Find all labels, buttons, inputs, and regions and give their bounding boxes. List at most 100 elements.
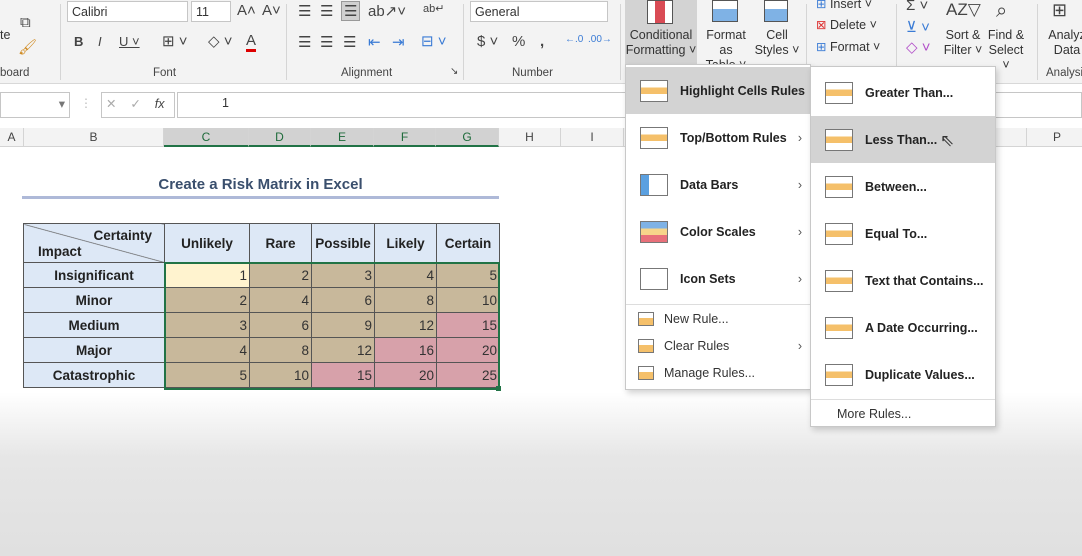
menu-manage-rules[interactable]: Manage Rules...	[626, 359, 810, 386]
column-header-g[interactable]: G	[436, 128, 499, 147]
submenu-item[interactable]: Duplicate Values...	[811, 351, 995, 398]
row-label[interactable]: Insignificant	[23, 262, 165, 288]
column-header-d[interactable]: D	[249, 128, 311, 147]
clear-icon[interactable]: ◇ ˅	[906, 38, 930, 56]
column-header-c[interactable]: C	[164, 128, 249, 147]
matrix-cell[interactable]: 12	[374, 312, 437, 338]
comma-style-icon[interactable]: ,	[540, 33, 544, 50]
fx-icon[interactable]: fx	[155, 97, 165, 111]
row-label[interactable]: Catastrophic	[23, 362, 165, 388]
menu-data-bars[interactable]: Data Bars ›	[626, 161, 810, 208]
orientation-icon[interactable]: ab↗˅	[368, 2, 406, 20]
decrease-indent-icon[interactable]: ⇤	[368, 33, 381, 51]
increase-decimal-icon[interactable]: ←.0	[565, 34, 583, 45]
insert-button[interactable]: ⊞ Insert ˅	[816, 0, 872, 12]
matrix-cell[interactable]: 20	[436, 337, 500, 363]
analyze-data-button[interactable]: ⊞ AnalyzData	[1044, 0, 1082, 64]
matrix-cell[interactable]: 5	[164, 362, 250, 388]
menu-more-rules[interactable]: More Rules...	[811, 400, 995, 427]
grow-font-icon[interactable]: A˄	[237, 2, 256, 19]
matrix-cell[interactable]: 9	[311, 312, 375, 338]
cell-styles-button[interactable]: Cell Styles ˅	[754, 0, 800, 64]
submenu-item[interactable]: Between...	[811, 163, 995, 210]
column-header-p[interactable]: P	[1026, 128, 1082, 147]
matrix-cell[interactable]: 25	[436, 362, 500, 388]
cancel-icon[interactable]: ✕	[106, 97, 116, 111]
underline-icon[interactable]: U ˅	[119, 34, 140, 49]
submenu-item[interactable]: Greater Than...	[811, 69, 995, 116]
submenu-item[interactable]: Text that Contains...	[811, 257, 995, 304]
matrix-cell[interactable]: 20	[374, 362, 437, 388]
matrix-cell[interactable]: 6	[311, 287, 375, 313]
fill-icon[interactable]: ⊻ ˅	[906, 18, 930, 36]
wrap-text-icon[interactable]: ab↵	[423, 2, 444, 15]
align-top-icon[interactable]: ☰	[298, 2, 311, 20]
matrix-cell[interactable]: 5	[436, 262, 500, 288]
menu-top-bottom-rules[interactable]: Top/Bottom Rules ›	[626, 114, 810, 161]
row-label[interactable]: Major	[23, 337, 165, 363]
header-rare[interactable]: Rare	[249, 223, 312, 263]
fill-handle[interactable]	[496, 386, 501, 391]
matrix-cell[interactable]: 15	[311, 362, 375, 388]
matrix-cell[interactable]: 3	[311, 262, 375, 288]
matrix-cell[interactable]: 8	[249, 337, 312, 363]
shrink-font-icon[interactable]: A˅	[262, 2, 281, 19]
copy-icon[interactable]: ⧉	[20, 14, 31, 31]
matrix-cell[interactable]: 8	[374, 287, 437, 313]
matrix-cell[interactable]: 3	[164, 312, 250, 338]
decrease-decimal-icon[interactable]: .00→	[588, 34, 612, 45]
submenu-item[interactable]: A Date Occurring...	[811, 304, 995, 351]
menu-color-scales[interactable]: Color Scales ›	[626, 208, 810, 255]
format-painter-icon[interactable]: 🖌	[18, 38, 37, 56]
matrix-cell[interactable]: 4	[164, 337, 250, 363]
submenu-item[interactable]: Less Than...	[811, 116, 995, 163]
increase-indent-icon[interactable]: ⇥	[392, 33, 405, 51]
align-center-icon[interactable]: ☰	[320, 33, 333, 51]
merge-center-icon[interactable]: ⊟ ˅	[421, 32, 447, 50]
menu-new-rule[interactable]: New Rule...	[626, 305, 810, 332]
format-button[interactable]: ⊞ Format ˅	[816, 40, 880, 55]
italic-icon[interactable]: I	[98, 34, 102, 49]
find-select-button[interactable]: ⌕ Find & Select ˅	[984, 0, 1028, 72]
column-header-e[interactable]: E	[311, 128, 374, 147]
fill-color-icon[interactable]: ◇ ˅	[208, 32, 232, 50]
align-middle-icon[interactable]: ☰	[320, 2, 333, 20]
sort-filter-button[interactable]: AZ▽ Sort & Filter ˅	[942, 0, 984, 64]
header-possible[interactable]: Possible	[311, 223, 375, 263]
format-as-table-button[interactable]: Format asTable ˅	[698, 0, 754, 72]
column-header-f[interactable]: F	[374, 128, 436, 147]
align-right-icon[interactable]: ☰	[343, 33, 356, 51]
matrix-cell[interactable]: 6	[249, 312, 312, 338]
percent-icon[interactable]: %	[512, 33, 525, 50]
menu-clear-rules[interactable]: Clear Rules ›	[626, 332, 810, 359]
row-label[interactable]: Medium	[23, 312, 165, 338]
column-header-a[interactable]: A	[0, 128, 24, 147]
matrix-cell[interactable]: 12	[311, 337, 375, 363]
font-name-select[interactable]: Calibri	[67, 1, 188, 22]
matrix-cell[interactable]: 2	[164, 287, 250, 313]
name-box[interactable]: ▾	[0, 92, 70, 118]
alignment-dialog-launcher[interactable]: ↘	[450, 66, 458, 77]
matrix-cell[interactable]: 10	[249, 362, 312, 388]
enter-icon[interactable]: ✓	[130, 97, 140, 111]
column-header-h[interactable]: H	[499, 128, 561, 147]
matrix-cell[interactable]: 4	[374, 262, 437, 288]
header-certain[interactable]: Certain	[436, 223, 500, 263]
menu-highlight-cells-rules[interactable]: Highlight Cells Rules ›	[626, 67, 810, 114]
row-label[interactable]: Minor	[23, 287, 165, 313]
font-size-select[interactable]: 11	[191, 1, 231, 22]
borders-icon[interactable]: ⊞ ˅	[162, 32, 188, 50]
header-likely[interactable]: Likely	[374, 223, 437, 263]
delete-button[interactable]: ⊠ Delete ˅	[816, 18, 877, 33]
align-left-icon[interactable]: ☰	[298, 33, 311, 51]
matrix-cell[interactable]: 4	[249, 287, 312, 313]
submenu-item[interactable]: Equal To...	[811, 210, 995, 257]
column-header-b[interactable]: B	[24, 128, 164, 147]
number-format-select[interactable]: General	[470, 1, 608, 22]
currency-icon[interactable]: $ ˅	[477, 33, 498, 50]
align-bottom-icon[interactable]: ☰	[341, 1, 361, 21]
autosum-icon[interactable]: Σ ˅	[906, 0, 928, 14]
menu-icon-sets[interactable]: Icon Sets ›	[626, 255, 810, 302]
header-unlikely[interactable]: Unlikely	[164, 223, 250, 263]
conditional-formatting-button[interactable]: Conditional Formatting ˅	[625, 0, 697, 64]
